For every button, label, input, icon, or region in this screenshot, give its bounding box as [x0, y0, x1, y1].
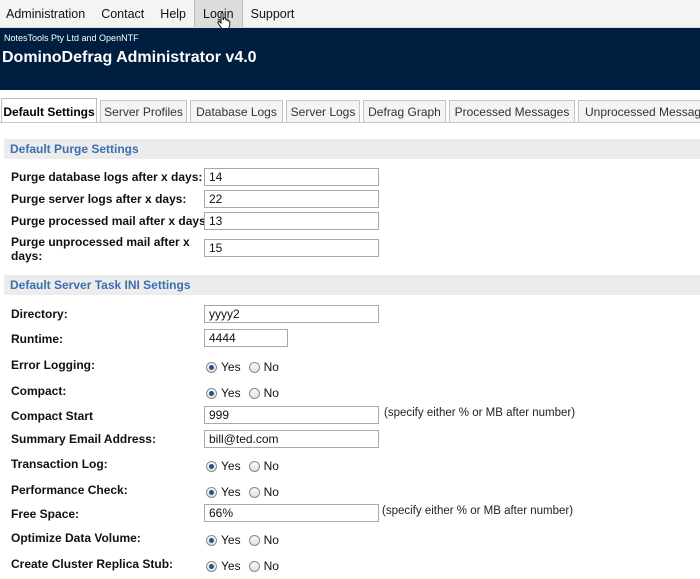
radio-group-cluster-stub: Yes No	[206, 559, 287, 573]
tab-server-profiles[interactable]: Server Profiles	[100, 100, 187, 122]
label-runtime: Runtime:	[11, 332, 63, 346]
tab-database-logs[interactable]: Database Logs	[190, 100, 283, 122]
label-purge-server-logs: Purge server logs after x days:	[11, 192, 187, 206]
radio-label-no: No	[263, 459, 279, 473]
menu-login-label: Login	[203, 6, 234, 21]
menu-administration[interactable]: Administration	[0, 0, 93, 27]
header-banner: NotesTools Pty Ltd and OpenNTF DominoDef…	[0, 28, 700, 90]
radio-label-yes: Yes	[221, 485, 241, 499]
label-compact-start: Compact Start	[11, 409, 94, 423]
menu-support[interactable]: Support	[243, 0, 303, 27]
radio-transaction-log-yes[interactable]	[206, 460, 217, 472]
radio-performance-check-no[interactable]	[248, 486, 260, 498]
label-purge-processed-mail: Purge processed mail after x days:	[11, 214, 210, 228]
label-error-logging: Error Logging:	[11, 358, 95, 372]
hint-compact-start: (specify either % or MB after number)	[384, 407, 576, 419]
radio-error-logging-yes[interactable]	[206, 361, 217, 373]
label-optimize-volume: Optimize Data Volume:	[11, 531, 141, 545]
label-purge-unprocessed-mail: Purge unprocessed mail after x days:	[11, 235, 190, 263]
radio-label-no: No	[263, 533, 279, 547]
section-header-purge: Default Purge Settings	[4, 139, 700, 159]
tab-server-logs[interactable]: Server Logs	[286, 100, 360, 122]
tab-strip: Default Settings Server Profiles Databas…	[0, 98, 700, 123]
input-purge-unprocessed-mail[interactable]	[204, 239, 379, 257]
radio-optimize-volume-yes[interactable]	[206, 534, 217, 546]
input-purge-server-logs[interactable]	[204, 190, 379, 208]
tab-default-settings[interactable]: Default Settings	[1, 98, 97, 122]
radio-cluster-stub-no[interactable]	[248, 560, 260, 572]
radio-label-yes: Yes	[221, 533, 241, 547]
radio-label-yes: Yes	[221, 559, 241, 573]
menu-help[interactable]: Help	[152, 0, 194, 27]
label-compact: Compact:	[11, 384, 67, 398]
section-header-ini: Default Server Task INI Settings	[4, 275, 700, 295]
tab-processed-messages[interactable]: Processed Messages	[449, 100, 575, 122]
input-purge-db-logs[interactable]	[204, 168, 379, 186]
radio-label-yes: Yes	[221, 459, 241, 473]
hint-free-space: (specify either % or MB after number)	[382, 505, 574, 517]
label-transaction-log: Transaction Log:	[11, 457, 108, 471]
label-free-space: Free Space:	[11, 507, 80, 521]
label-performance-check: Performance Check:	[11, 483, 128, 497]
radio-error-logging-no[interactable]	[248, 361, 260, 373]
label-purge-db-logs: Purge database logs after x days:	[11, 170, 203, 184]
company-name: NotesTools Pty Ltd and OpenNTF	[4, 33, 139, 43]
input-directory[interactable]	[204, 305, 379, 323]
radio-label-no: No	[263, 360, 279, 374]
radio-optimize-volume-no[interactable]	[248, 534, 260, 546]
label-directory: Directory:	[11, 307, 68, 321]
radio-group-error-logging: Yes No	[206, 360, 287, 374]
radio-compact-yes[interactable]	[206, 387, 217, 399]
radio-cluster-stub-yes[interactable]	[206, 560, 217, 572]
input-purge-processed-mail[interactable]	[204, 212, 379, 230]
input-runtime[interactable]	[204, 329, 288, 347]
input-summary-email[interactable]	[204, 430, 379, 448]
radio-label-yes: Yes	[221, 386, 241, 400]
tab-defrag-graph[interactable]: Defrag Graph	[363, 100, 446, 122]
radio-group-performance-check: Yes No	[206, 485, 287, 499]
label-summary-email: Summary Email Address:	[11, 432, 156, 446]
radio-group-transaction-log: Yes No	[206, 459, 287, 473]
radio-performance-check-yes[interactable]	[206, 486, 217, 498]
radio-group-optimize-volume: Yes No	[206, 533, 287, 547]
menu-contact[interactable]: Contact	[93, 0, 152, 27]
menu-login[interactable]: Login	[194, 0, 243, 30]
top-menu-bar: Administration Contact Help Login Suppor…	[0, 0, 700, 30]
radio-transaction-log-no[interactable]	[248, 460, 260, 472]
label-cluster-stub: Create Cluster Replica Stub:	[11, 557, 174, 571]
radio-label-yes: Yes	[221, 360, 241, 374]
app-title: DominoDefrag Administrator v4.0	[2, 49, 257, 66]
radio-label-no: No	[263, 559, 279, 573]
radio-label-no: No	[263, 485, 279, 499]
label-purge-unprocessed-line2: days:	[11, 249, 43, 263]
input-free-space[interactable]	[204, 504, 379, 522]
radio-compact-no[interactable]	[248, 387, 260, 399]
radio-label-no: No	[263, 386, 279, 400]
radio-group-compact: Yes No	[206, 386, 287, 400]
tab-unprocessed-messages[interactable]: Unprocessed Messages	[578, 100, 700, 122]
label-purge-unprocessed-line1: Purge unprocessed mail after x	[11, 235, 190, 249]
input-compact-start[interactable]	[204, 406, 379, 424]
